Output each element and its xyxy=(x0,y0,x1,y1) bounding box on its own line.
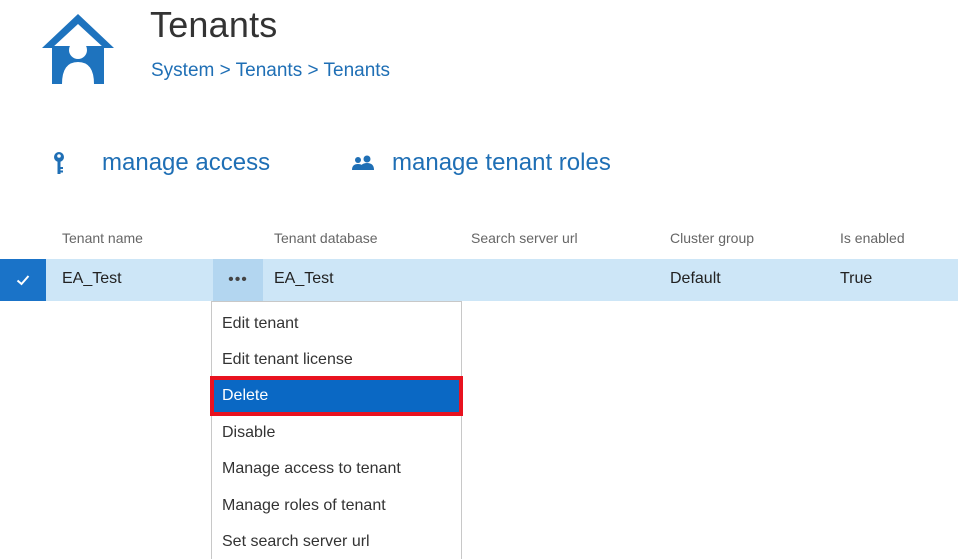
column-header-tenant-name[interactable]: Tenant name xyxy=(62,230,143,246)
cell-tenant-name: EA_Test xyxy=(62,270,122,287)
column-header-tenant-database[interactable]: Tenant database xyxy=(274,230,378,246)
menu-item-delete[interactable]: Delete xyxy=(210,376,463,416)
breadcrumb[interactable]: System > Tenants > Tenants xyxy=(151,60,390,82)
table-row[interactable]: EA_Test ••• EA_Test Default True xyxy=(0,259,958,301)
check-icon xyxy=(16,275,30,286)
cell-tenant-database: EA_Test xyxy=(274,270,334,287)
house-person-icon xyxy=(42,14,114,84)
row-context-menu: Edit tenant Edit tenant license Delete D… xyxy=(210,301,463,560)
column-header-cluster-group[interactable]: Cluster group xyxy=(670,230,754,246)
page-title: Tenants xyxy=(150,4,278,45)
row-select-checkbox[interactable] xyxy=(0,259,46,301)
column-header-is-enabled[interactable]: Is enabled xyxy=(840,230,905,246)
column-header-search-server-url[interactable]: Search server url xyxy=(471,230,578,246)
manage-access-button[interactable]: manage access xyxy=(52,146,270,180)
manage-tenant-roles-label: manage tenant roles xyxy=(392,149,611,176)
menu-item-edit-tenant-license[interactable]: Edit tenant license xyxy=(212,342,461,378)
menu-item-disable[interactable]: Disable xyxy=(212,415,461,451)
row-menu-button[interactable]: ••• xyxy=(213,259,263,301)
key-icon xyxy=(54,152,64,174)
table-header: Tenant name Tenant database Search serve… xyxy=(0,228,958,250)
menu-item-edit-tenant[interactable]: Edit tenant xyxy=(212,306,461,342)
menu-item-manage-access[interactable]: Manage access to tenant xyxy=(212,451,461,487)
manage-tenant-roles-button[interactable]: manage tenant roles xyxy=(352,146,611,180)
menu-item-set-search-server-url[interactable]: Set search server url xyxy=(212,524,461,560)
cell-is-enabled: True xyxy=(840,270,873,287)
users-icon xyxy=(352,155,374,170)
menu-item-manage-roles[interactable]: Manage roles of tenant xyxy=(212,488,461,524)
manage-access-label: manage access xyxy=(102,149,271,176)
cell-cluster-group: Default xyxy=(670,270,721,287)
